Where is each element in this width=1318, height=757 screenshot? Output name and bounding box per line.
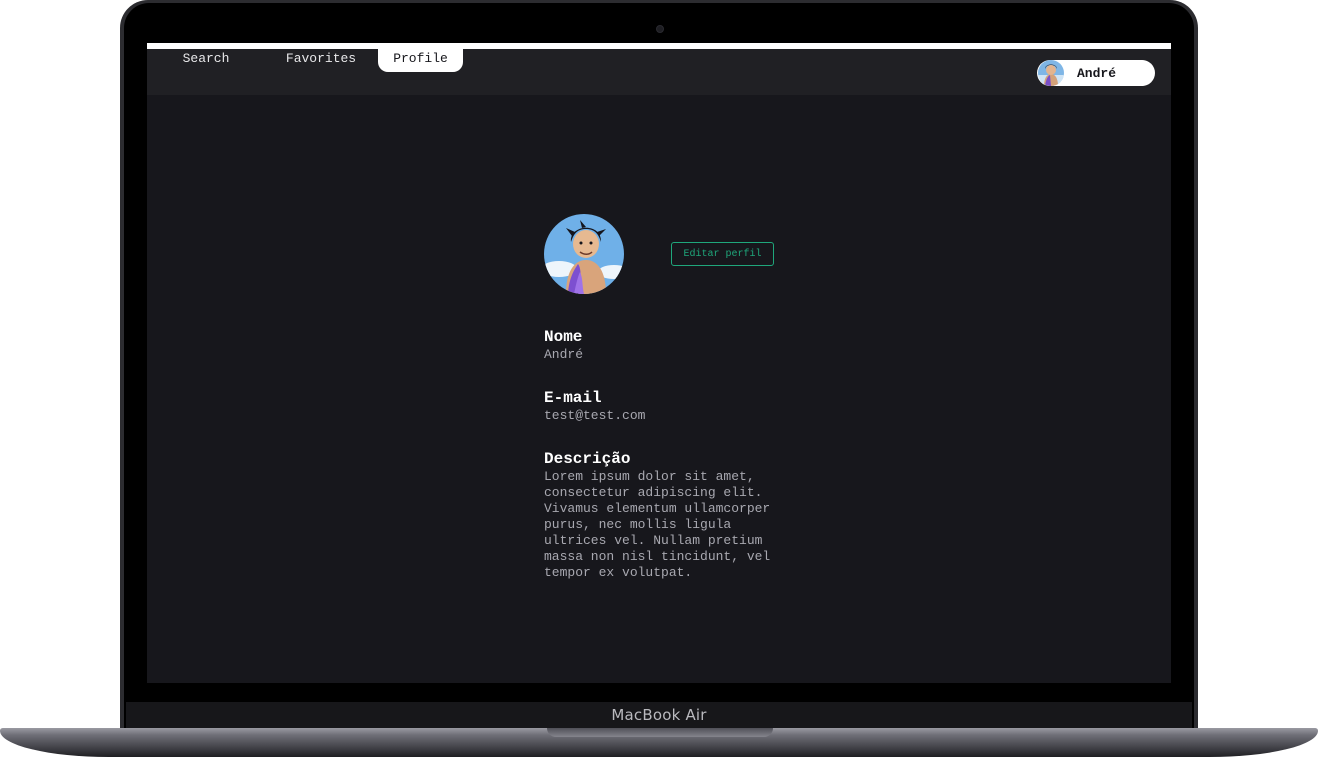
app-screen: Search Favorites Profile André Editar pe… xyxy=(147,43,1171,683)
user-name: André xyxy=(1077,65,1117,81)
device-brand-label: MacBook Air xyxy=(611,706,707,724)
field-email-value: test@test.com xyxy=(544,408,646,423)
user-avatar-icon xyxy=(1038,60,1064,86)
edit-profile-button[interactable]: Editar perfil xyxy=(671,242,774,266)
user-menu-button[interactable]: André xyxy=(1037,60,1155,86)
tab-search[interactable]: Search xyxy=(147,49,265,72)
field-description-value: Lorem ipsum dolor sit amet, consectetur … xyxy=(544,469,771,580)
nav-tabs: Search Favorites Profile xyxy=(147,49,463,72)
field-name: Nome André xyxy=(544,328,784,363)
laptop-notch xyxy=(547,728,773,737)
navbar: Search Favorites Profile André xyxy=(147,49,1171,95)
field-email-label: E-mail xyxy=(544,389,602,407)
profile-avatar xyxy=(544,214,624,294)
field-description-label: Descrição xyxy=(544,450,631,468)
camera-icon xyxy=(656,25,664,33)
tab-favorites[interactable]: Favorites xyxy=(265,49,377,72)
field-name-label: Nome xyxy=(544,328,583,346)
field-description: Descrição Lorem ipsum dolor sit amet, co… xyxy=(544,450,784,581)
field-name-value: André xyxy=(544,347,584,362)
field-email: E-mail test@test.com xyxy=(544,389,784,424)
tab-profile[interactable]: Profile xyxy=(378,49,463,72)
laptop-frame: Search Favorites Profile André Editar pe… xyxy=(0,0,1318,757)
